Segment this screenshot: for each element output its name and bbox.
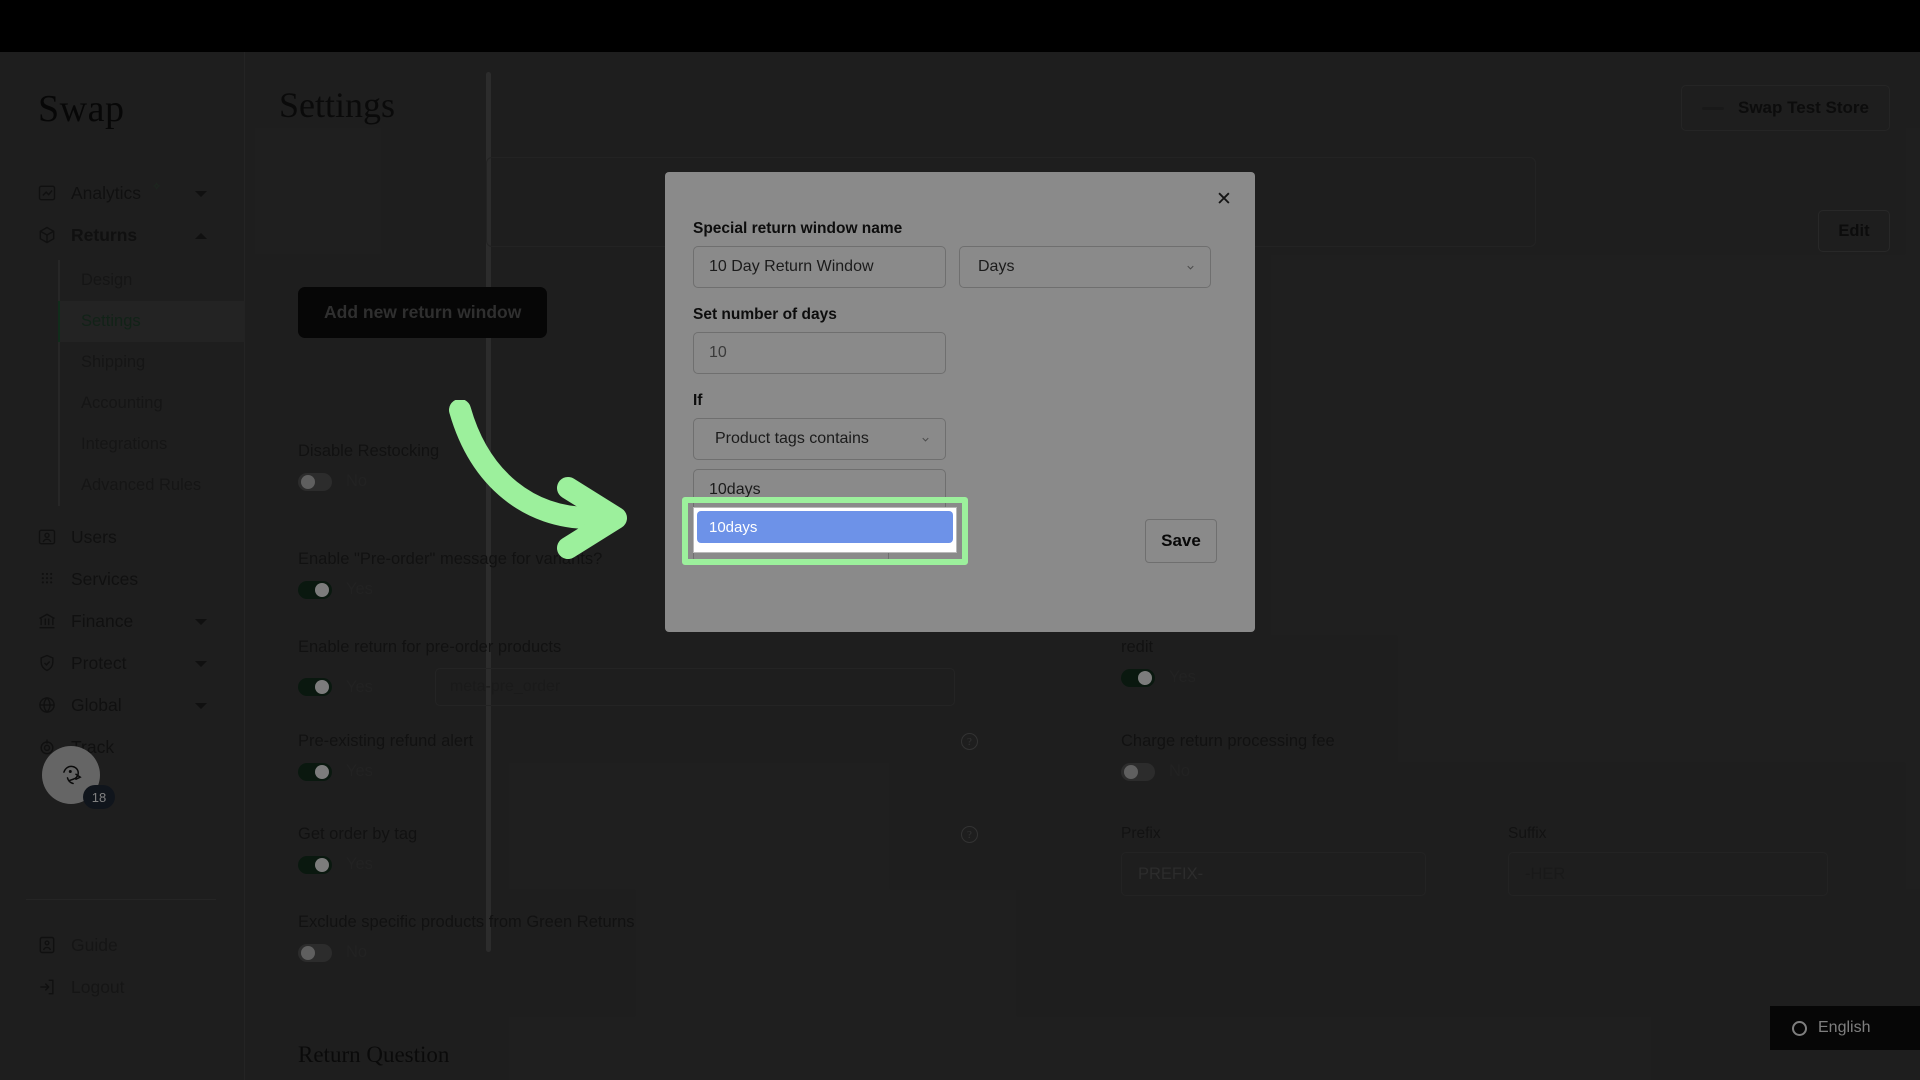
unit-select[interactable]: Days (959, 246, 1211, 288)
number-of-days-input[interactable]: 10 (693, 332, 946, 374)
number-of-days-group: Set number of days 10 (693, 306, 946, 374)
chevron-down-icon (920, 434, 931, 445)
unit-select-value: Days (978, 258, 1014, 276)
window-name-group: Special return window name 10 Day Return… (693, 220, 1227, 288)
condition-type-value: Product tags contains (715, 430, 869, 448)
if-label: If (693, 392, 946, 410)
condition-value-input[interactable]: 10days (693, 469, 946, 511)
number-of-days-label: Set number of days (693, 306, 946, 324)
condition-group: If Product tags contains 10days (693, 392, 946, 511)
autocomplete-option-selected[interactable]: 10days (697, 511, 953, 543)
chevron-down-icon (1185, 262, 1196, 273)
special-return-window-modal: ✕ Special return window name 10 Day Retu… (665, 172, 1255, 632)
close-icon[interactable]: ✕ (1211, 186, 1237, 212)
condition-type-select[interactable]: Product tags contains (693, 418, 946, 460)
save-button[interactable]: Save (1145, 519, 1217, 563)
autocomplete-popup[interactable]: 10days (693, 507, 957, 553)
window-name-input[interactable]: 10 Day Return Window (693, 246, 946, 288)
screen-root: Swap Analytics ✧ (0, 0, 1920, 1080)
window-name-label: Special return window name (693, 220, 1227, 238)
